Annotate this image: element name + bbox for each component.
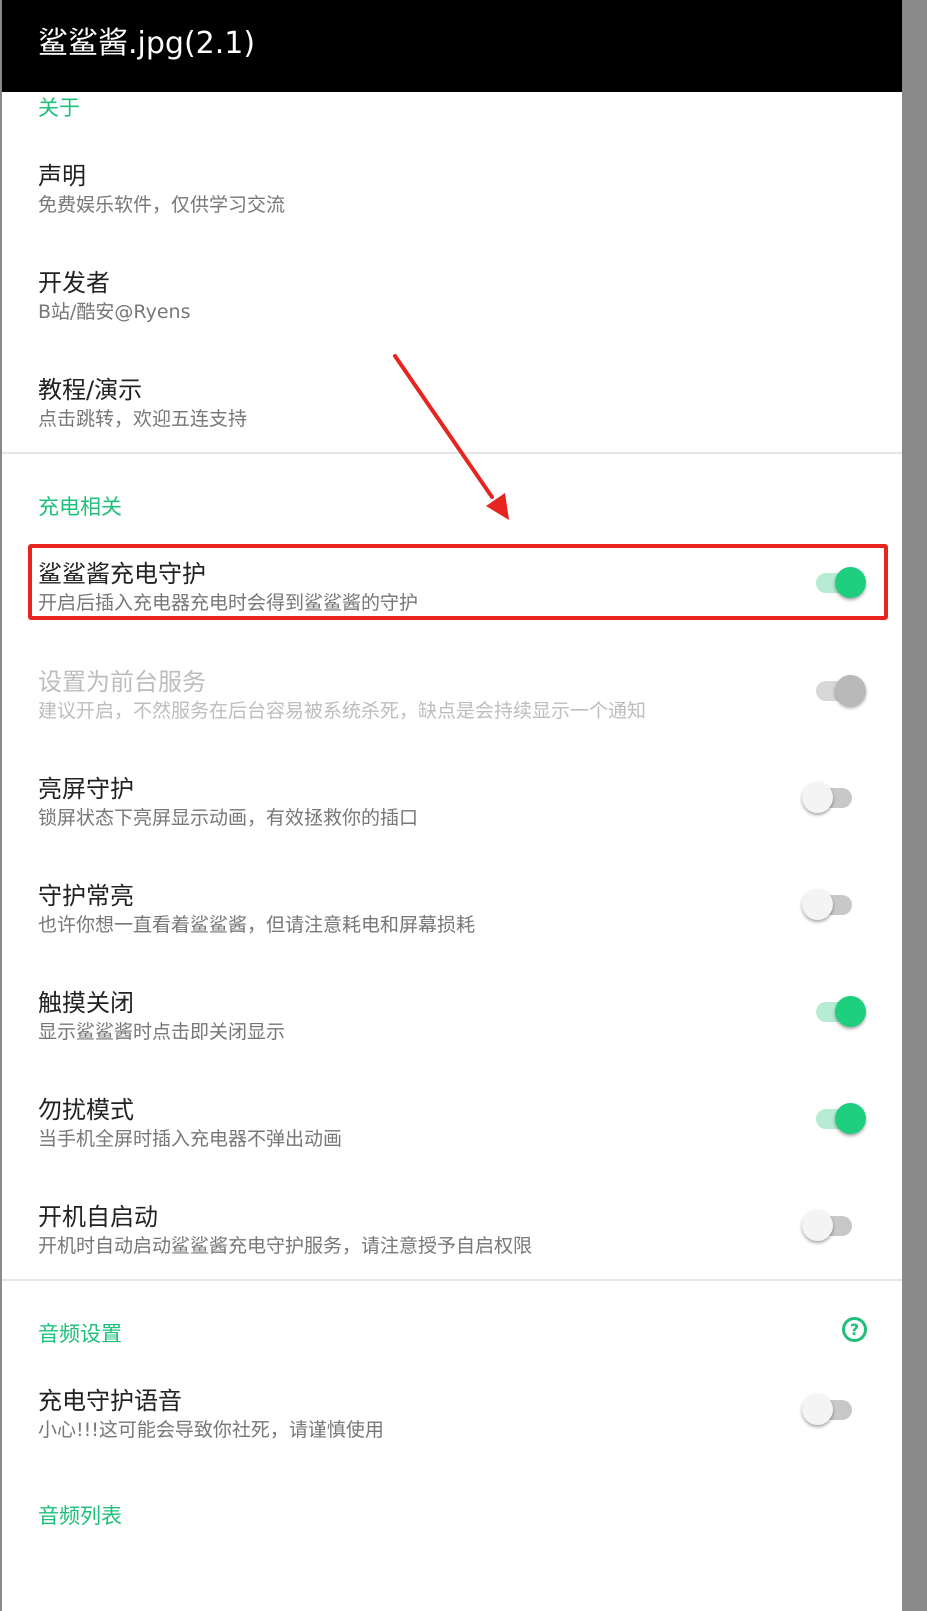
settings-panel: 鲨鲨酱.jpg(2.1) 关于 声明 免费娱乐软件，仅供学习交流 开发者 B站/…: [2, 0, 902, 1611]
annotation-arrow: [393, 354, 509, 520]
